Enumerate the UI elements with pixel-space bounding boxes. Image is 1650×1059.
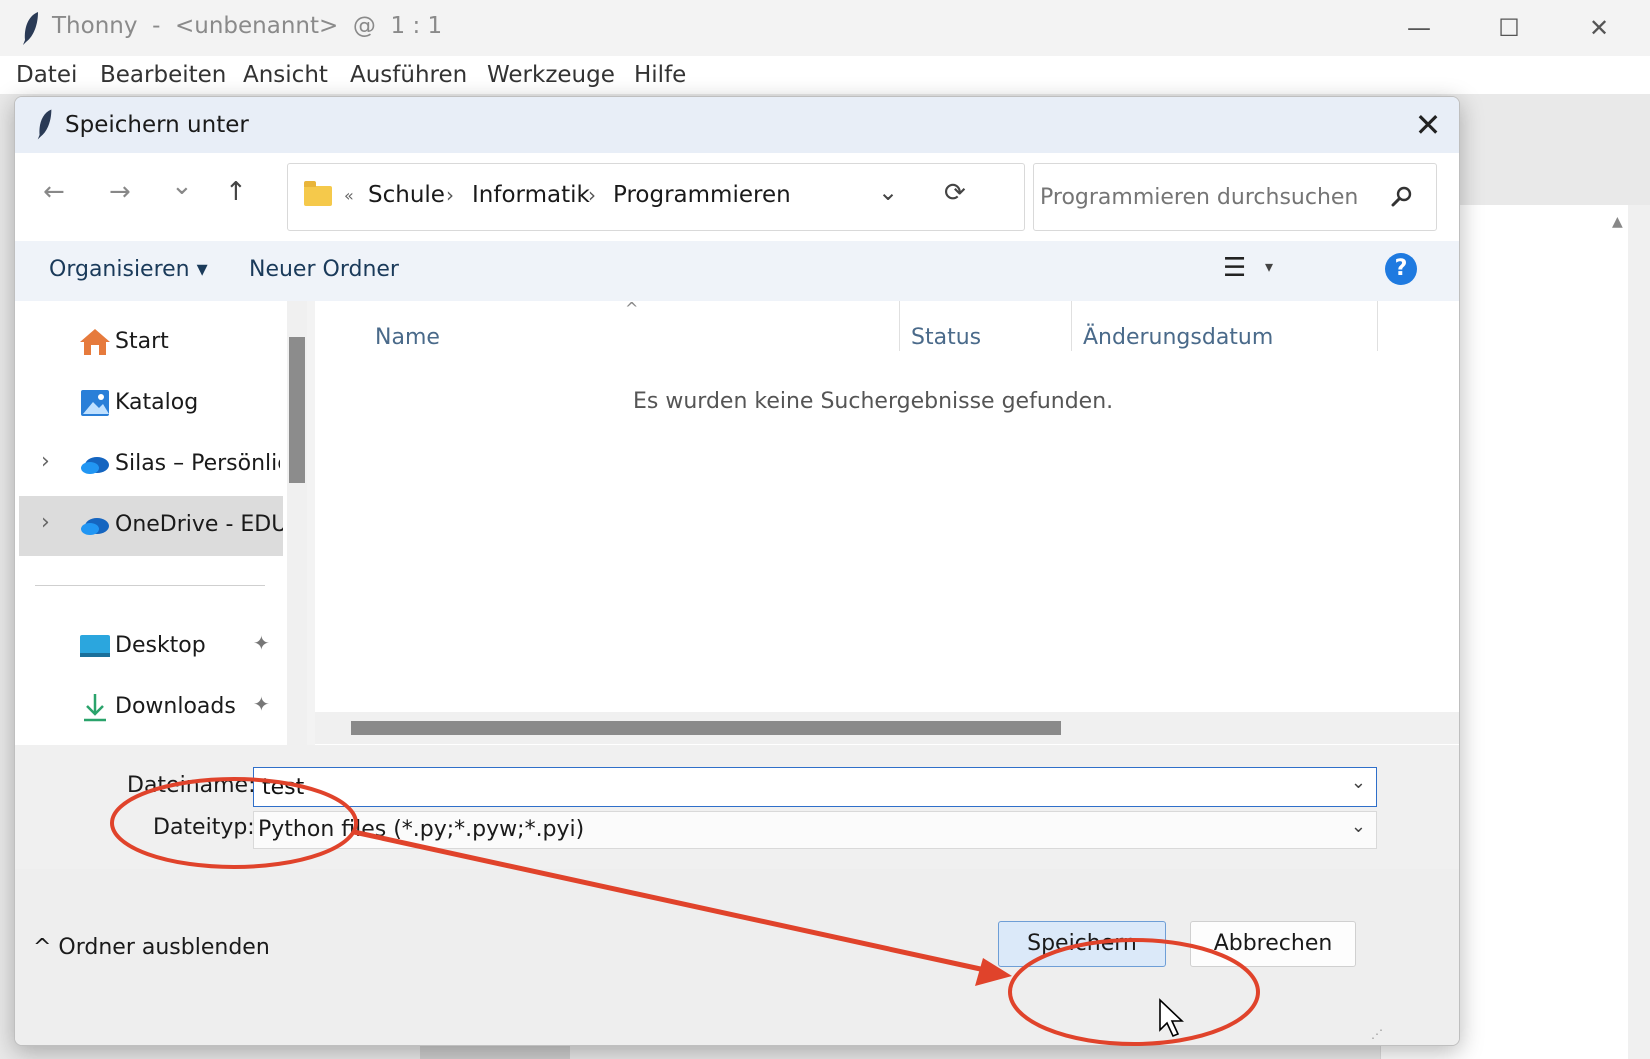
column-separator[interactable]	[1071, 301, 1072, 351]
up-arrow-icon[interactable]: ↑	[225, 177, 247, 207]
filetype-value: Python files (*.py;*.pyw;*.pyi)	[258, 817, 585, 842]
file-list[interactable]: ^ Name Status Änderungsdatum Es wurden k…	[315, 299, 1459, 771]
nav-label: Desktop	[115, 633, 206, 658]
nav-item-start[interactable]: Start	[15, 313, 283, 373]
menu-bearbeiten[interactable]: Bearbeiten	[100, 62, 226, 88]
column-header-status[interactable]: Status	[911, 325, 981, 350]
nav-divider	[35, 585, 265, 586]
breadcrumb-overflow[interactable]: «	[344, 186, 354, 205]
gallery-icon	[81, 390, 109, 416]
downloads-icon	[84, 694, 106, 722]
menu-ansicht[interactable]: Ansicht	[243, 62, 328, 88]
menu-datei[interactable]: Datei	[16, 62, 77, 88]
navigation-pane: Start Katalog › Silas – Persönlich ›	[15, 301, 305, 771]
onedrive-icon	[81, 518, 109, 535]
menu-ausfuehren[interactable]: Ausführen	[350, 62, 467, 88]
address-dropdown-icon[interactable]: ⌄	[878, 178, 898, 206]
search-icon[interactable]	[1390, 184, 1414, 208]
dialog-toolbar: Organisieren ▾ Neuer Ordner ☰ ▾ ?	[15, 241, 1459, 301]
scroll-up-icon[interactable]: ▲	[1612, 214, 1623, 230]
dialog-close-button[interactable]: ✕	[1405, 103, 1451, 147]
chevron-down-icon[interactable]: ⌄	[1351, 816, 1366, 837]
window-title: Thonny - <unbenannt> @ 1 : 1	[52, 13, 443, 39]
home-icon	[80, 329, 110, 355]
breadcrumb-schule[interactable]: Schule	[368, 182, 445, 208]
desktop-icon	[80, 635, 110, 657]
filename-combobox[interactable]: ⌄	[253, 767, 1377, 807]
address-bar[interactable]: « Schule › Informatik › Programmieren ⌄ …	[287, 163, 1025, 231]
filetype-select[interactable]: Python files (*.py;*.pyw;*.pyi) ⌄	[253, 811, 1377, 849]
save-as-dialog: Speichern unter ✕ ← → ⌄ ↑ « Schule › Inf…	[14, 96, 1460, 1046]
column-separator[interactable]	[899, 301, 900, 351]
breadcrumb-separator: ›	[446, 183, 454, 207]
view-list-icon[interactable]: ☰	[1223, 253, 1246, 283]
new-folder-button[interactable]: Neuer Ordner	[249, 257, 399, 282]
search-box[interactable]	[1033, 163, 1437, 231]
nav-pane-scroll-thumb[interactable]	[289, 337, 305, 483]
view-dropdown-icon[interactable]: ▾	[1265, 257, 1273, 276]
dialog-title: Speichern unter	[65, 112, 249, 138]
nav-label: OneDrive - EDU	[115, 512, 283, 537]
back-arrow-icon[interactable]: ←	[43, 177, 65, 207]
breadcrumb-informatik[interactable]: Informatik	[472, 182, 590, 208]
editor-scrollbar[interactable]	[1628, 205, 1650, 1059]
search-input[interactable]	[1038, 176, 1382, 218]
organize-button[interactable]: Organisieren ▾	[49, 257, 208, 282]
nav-label: Silas – Persönlich	[115, 451, 280, 476]
folder-icon	[304, 181, 332, 206]
filename-input[interactable]	[260, 770, 1324, 804]
column-header-modified[interactable]: Änderungsdatum	[1083, 325, 1273, 350]
horizontal-scrollbar[interactable]	[315, 712, 1459, 744]
thonny-titlebar: Thonny - <unbenannt> @ 1 : 1 — ☐ ✕	[0, 0, 1650, 56]
expand-chevron-icon[interactable]: ›	[41, 510, 50, 535]
nav-label: Start	[115, 329, 169, 354]
resize-grip-icon[interactable]: ⋰	[1371, 1027, 1383, 1041]
filename-label: Dateiname:	[127, 773, 256, 798]
save-button[interactable]: Speichern	[998, 921, 1166, 967]
nav-item-downloads[interactable]: Downloads ✦	[15, 678, 283, 738]
onedrive-icon	[81, 457, 109, 474]
pin-icon[interactable]: ✦	[253, 692, 270, 716]
empty-results-message: Es wurden keine Suchergebnisse gefunden.	[633, 389, 1114, 414]
refresh-icon[interactable]: ⟳	[944, 178, 966, 208]
pin-icon[interactable]: ✦	[253, 631, 270, 655]
breadcrumb-separator: ›	[588, 183, 596, 207]
dialog-titlebar: Speichern unter ✕	[15, 97, 1459, 153]
nav-label: Katalog	[115, 390, 199, 415]
filetype-label: Dateityp:	[153, 815, 255, 840]
sort-ascending-icon: ^	[625, 299, 639, 318]
nav-item-desktop[interactable]: Desktop ✦	[15, 617, 283, 677]
menu-hilfe[interactable]: Hilfe	[634, 62, 686, 88]
cancel-button[interactable]: Abbrechen	[1190, 921, 1356, 967]
maximize-button[interactable]: ☐	[1484, 10, 1534, 46]
recent-locations-icon[interactable]: ⌄	[171, 171, 193, 201]
minimize-button[interactable]: —	[1394, 10, 1444, 46]
expand-chevron-icon[interactable]: ›	[41, 449, 50, 474]
column-separator[interactable]	[1377, 301, 1378, 351]
help-icon[interactable]: ?	[1385, 253, 1417, 285]
save-fields-area	[15, 745, 1459, 869]
close-button[interactable]: ✕	[1574, 10, 1624, 46]
nav-item-silas-personal[interactable]: › Silas – Persönlich	[15, 435, 283, 495]
feather-icon	[23, 12, 38, 45]
forward-arrow-icon[interactable]: →	[109, 177, 131, 207]
nav-label: Downloads	[115, 694, 236, 719]
menu-werkzeuge[interactable]: Werkzeuge	[487, 62, 615, 88]
column-header-name[interactable]: Name	[375, 325, 440, 350]
nav-item-onedrive-edu[interactable]: › OneDrive - EDU	[19, 496, 283, 556]
hide-folders-toggle[interactable]: ^ Ordner ausblenden	[33, 935, 270, 960]
chevron-down-icon[interactable]: ⌄	[1351, 772, 1366, 793]
horizontal-scroll-thumb[interactable]	[351, 721, 1061, 735]
feather-icon	[37, 109, 52, 140]
breadcrumb-programmieren[interactable]: Programmieren	[613, 182, 791, 208]
nav-item-katalog[interactable]: Katalog	[15, 374, 283, 434]
